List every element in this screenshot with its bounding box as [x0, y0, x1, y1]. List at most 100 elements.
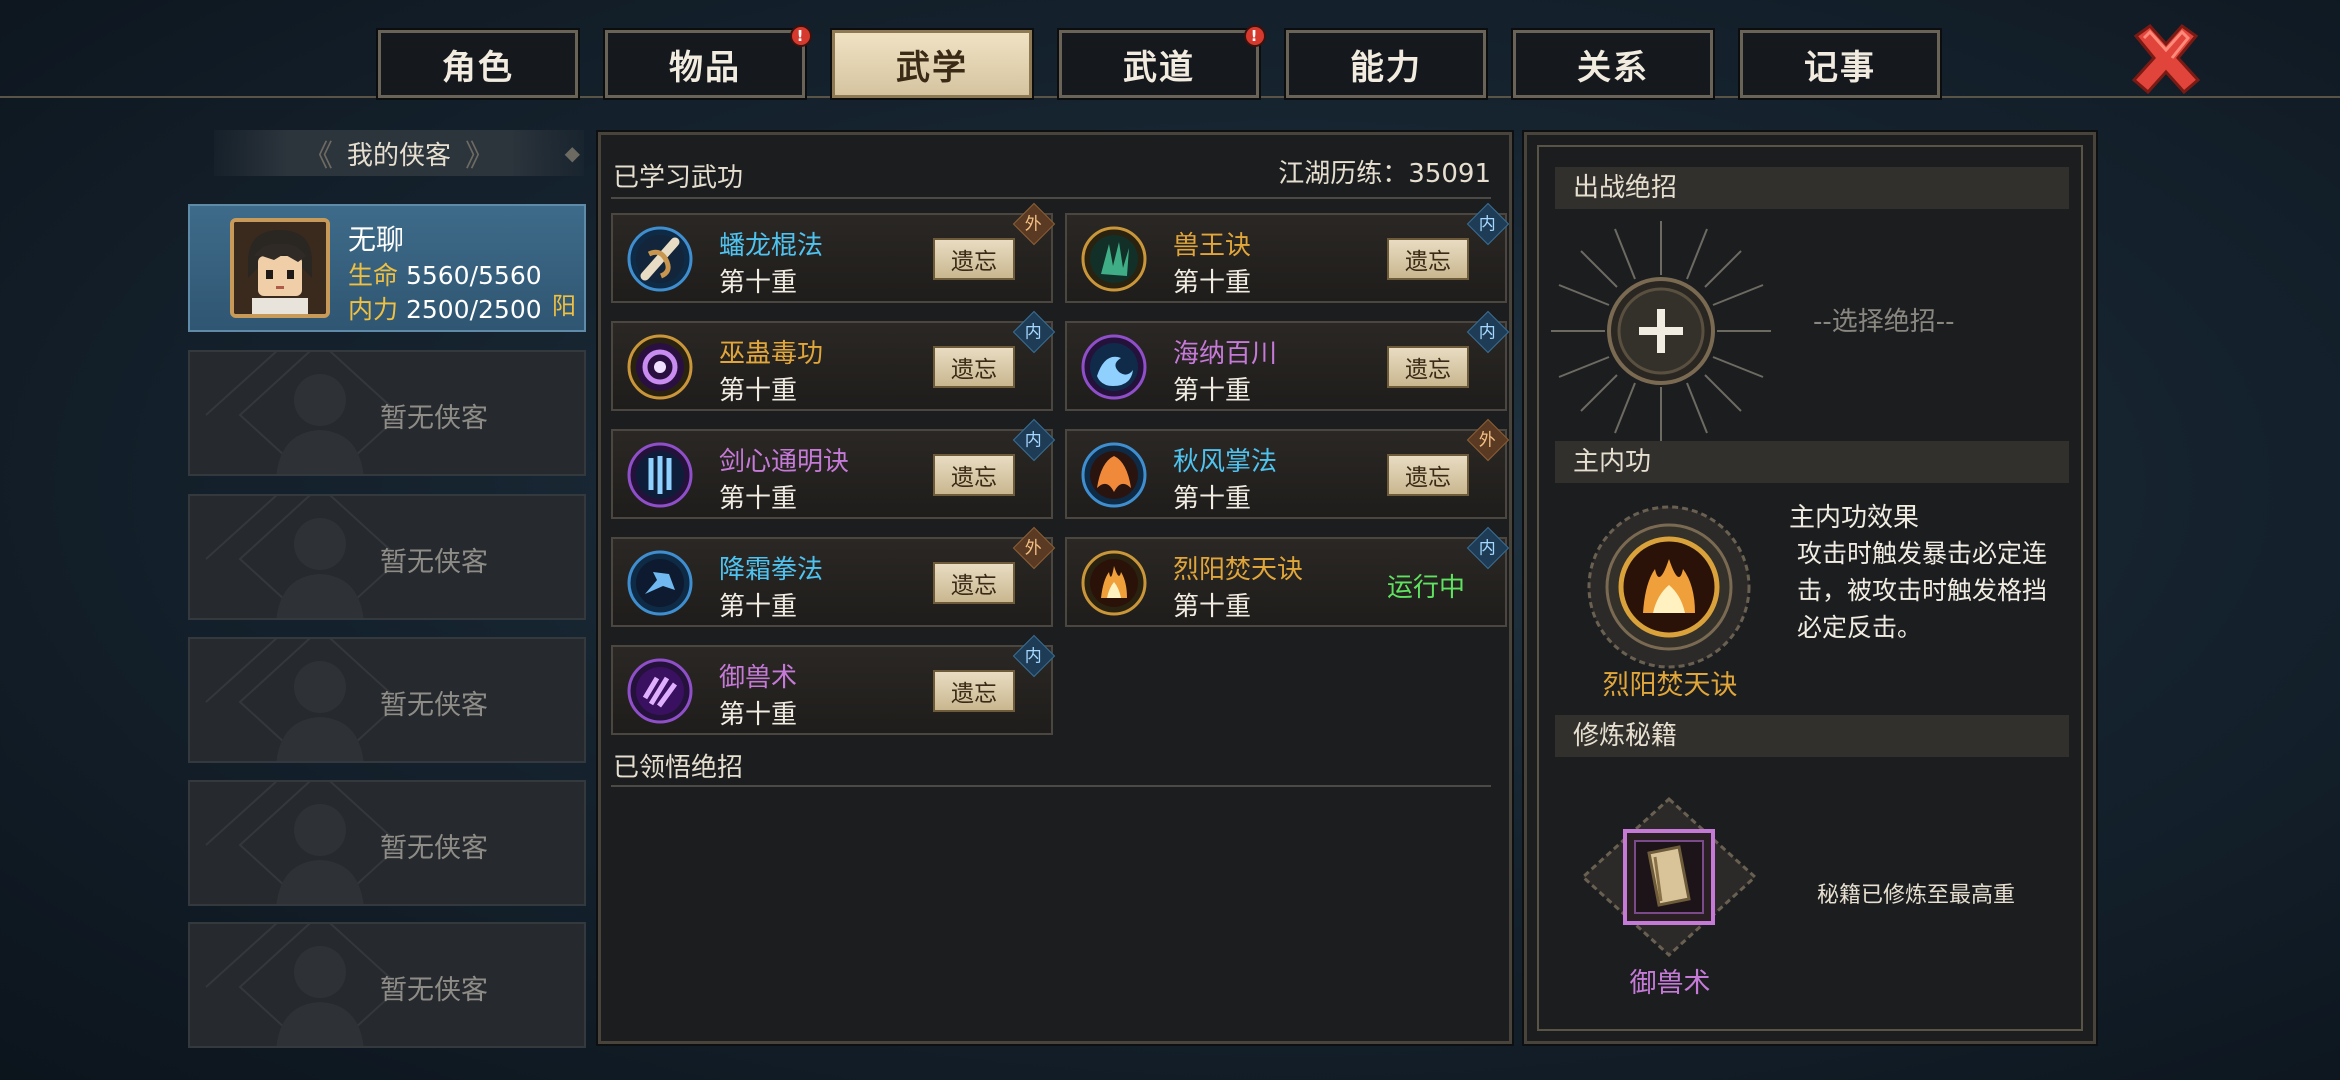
- empty-hero-slot[interactable]: 暂无侠客: [188, 494, 586, 620]
- hp-label: 生命: [348, 261, 399, 290]
- empty-hero-slot[interactable]: 暂无侠客: [188, 637, 586, 763]
- alert-badge: !: [790, 25, 812, 47]
- internal-type-badge: 内: [1466, 202, 1510, 246]
- skill-level: 第十重: [719, 268, 798, 298]
- alert-badge: !: [1244, 25, 1266, 47]
- effect-description: 攻击时触发暴击必定连击，被攻击时触发格挡必定反击。: [1797, 539, 2048, 642]
- hero-attribute-badge: 阳: [552, 292, 576, 320]
- internal-type-badge: 内: [1012, 310, 1056, 354]
- main-inner-title: 主内功: [1555, 441, 2069, 483]
- manual-slot[interactable]: [1579, 795, 1759, 965]
- hero-avatar: [230, 218, 330, 318]
- skill-card[interactable]: 兽王诀 第十重 遗忘 内: [1065, 202, 1510, 303]
- forget-button[interactable]: 遗忘: [1387, 238, 1469, 280]
- skill-card[interactable]: 御兽术 第十重 遗忘 内: [611, 634, 1056, 735]
- skill-name: 烈阳焚天诀: [1173, 555, 1304, 585]
- empty-slot-label: 暂无侠客: [380, 403, 488, 434]
- skill-name: 海纳百川: [1173, 339, 1278, 369]
- external-type-badge: 外: [1466, 418, 1510, 462]
- empty-hero-slot[interactable]: 暂无侠客: [188, 780, 586, 906]
- hero-portrait-icon: [234, 222, 326, 314]
- plus-icon: [1551, 221, 1771, 441]
- running-status: 运行中: [1387, 573, 1466, 603]
- external-type-badge: 外: [1012, 202, 1056, 246]
- hp-value: 5560/5560: [405, 261, 542, 290]
- tab-items[interactable]: 物品!: [603, 25, 812, 100]
- close-button[interactable]: [2128, 22, 2204, 98]
- forget-button[interactable]: 遗忘: [933, 562, 1015, 604]
- skill-level: 第十重: [1173, 376, 1252, 406]
- manual-book-icon: [1580, 796, 1758, 958]
- tab-relations[interactable]: 关系: [1511, 28, 1715, 100]
- experience-value: 江湖历练：35091: [1278, 159, 1491, 189]
- skill-level: 第十重: [719, 592, 798, 622]
- forget-button[interactable]: 遗忘: [933, 346, 1015, 388]
- tab-character[interactable]: 角色: [376, 28, 580, 100]
- skill-name: 秋风掌法: [1173, 447, 1278, 477]
- skill-level: 第十重: [1173, 484, 1252, 514]
- skill-name: 蟠龙棍法: [719, 231, 824, 261]
- forget-button[interactable]: 遗忘: [933, 670, 1015, 712]
- main-inner-skill-name: 烈阳焚天诀: [1602, 670, 1738, 701]
- main-inner-skill-slot[interactable]: [1579, 505, 1759, 675]
- main-tabs: 角色 物品! 武学 武道! 能力 关系 记事: [376, 25, 1967, 100]
- tab-martial-way[interactable]: 武道!: [1057, 25, 1266, 100]
- hero-mp: 内力 2500/2500: [348, 290, 542, 326]
- skill-name: 降霜拳法: [719, 555, 824, 585]
- external-type-badge: 外: [1012, 526, 1056, 570]
- tab-journal[interactable]: 记事: [1738, 28, 1942, 100]
- empty-hero-slot[interactable]: 暂无侠客: [188, 350, 586, 476]
- frost-fist-skill-icon: [627, 550, 693, 616]
- tab-martial-arts[interactable]: 武学: [830, 28, 1034, 100]
- skill-level: 第十重: [1173, 592, 1252, 622]
- staff-skill-icon: [627, 226, 693, 292]
- skill-card[interactable]: 降霜拳法 第十重 遗忘 外: [611, 526, 1056, 627]
- palm-skill-icon: [1081, 442, 1147, 508]
- skill-card[interactable]: 蟠龙棍法 第十重 遗忘 外: [611, 202, 1056, 303]
- hero-card-selected[interactable]: 无聊 生命 5560/5560 内力 2500/2500 阳: [188, 204, 586, 332]
- empty-slot-label: 暂无侠客: [380, 690, 488, 721]
- select-skill-button[interactable]: [1545, 215, 1777, 447]
- skill-level: 第十重: [719, 376, 798, 406]
- mp-label: 内力: [348, 295, 399, 324]
- comprehended-skills-title: 已领悟绝招: [613, 753, 744, 783]
- forget-button[interactable]: 遗忘: [933, 238, 1015, 280]
- effect-title: 主内功效果: [1789, 503, 1920, 533]
- close-icon: [2131, 23, 2201, 95]
- skill-level: 第十重: [719, 484, 798, 514]
- forget-button[interactable]: 遗忘: [1387, 454, 1469, 496]
- empty-slot-label: 暂无侠客: [380, 975, 488, 1006]
- skill-card[interactable]: 秋风掌法 第十重 遗忘 外: [1065, 418, 1510, 519]
- empty-slot-label: 暂无侠客: [380, 547, 488, 578]
- manual-status: 秘籍已修炼至最高重: [1817, 883, 2016, 908]
- skill-card[interactable]: 海纳百川 第十重 遗忘 内: [1065, 310, 1510, 411]
- hero-name: 无聊: [348, 223, 405, 256]
- my-heroes-title: 我的侠客: [346, 140, 451, 171]
- internal-type-badge: 内: [1012, 418, 1056, 462]
- skills-panel: 已学习武功 江湖历练：35091 蟠龙棍法 第十重 遗忘 外 兽王诀 第十重 遗…: [596, 130, 1514, 1046]
- empty-hero-slot[interactable]: 暂无侠客: [188, 922, 586, 1048]
- manual-title: 修炼秘籍: [1555, 715, 2069, 757]
- empty-slot-label: 暂无侠客: [380, 833, 488, 864]
- skill-card[interactable]: 巫蛊毒功 第十重 遗忘 内: [611, 310, 1056, 411]
- manual-name: 御兽术: [1629, 968, 1711, 999]
- skill-name: 御兽术: [719, 663, 798, 693]
- chevron-right-icon: 》: [465, 139, 495, 174]
- beast-taming-skill-icon: [627, 658, 693, 724]
- sword-heart-skill-icon: [627, 442, 693, 508]
- skill-level: 第十重: [1173, 268, 1252, 298]
- select-skill-hint: --选择绝招--: [1813, 307, 1955, 337]
- skill-name: 剑心通明诀: [719, 447, 850, 477]
- skill-card[interactable]: 烈阳焚天诀 第十重 运行中 内: [1065, 526, 1510, 627]
- chevron-left-icon: 《: [302, 139, 333, 174]
- equip-panel: 出战绝招 --选择绝招-- 主内功 主内功效果 攻击时触发暴击必定连击，被攻击时…: [1522, 130, 2098, 1046]
- skill-name: 巫蛊毒功: [719, 339, 824, 369]
- section-divider: [611, 785, 1491, 787]
- mp-value: 2500/2500: [405, 295, 542, 324]
- forget-button[interactable]: 遗忘: [933, 454, 1015, 496]
- forget-button[interactable]: 遗忘: [1387, 346, 1469, 388]
- skill-level: 第十重: [719, 700, 798, 730]
- tab-abilities[interactable]: 能力: [1284, 28, 1488, 100]
- diamond-icon: ◆: [564, 141, 580, 165]
- skill-card[interactable]: 剑心通明诀 第十重 遗忘 内: [611, 418, 1056, 519]
